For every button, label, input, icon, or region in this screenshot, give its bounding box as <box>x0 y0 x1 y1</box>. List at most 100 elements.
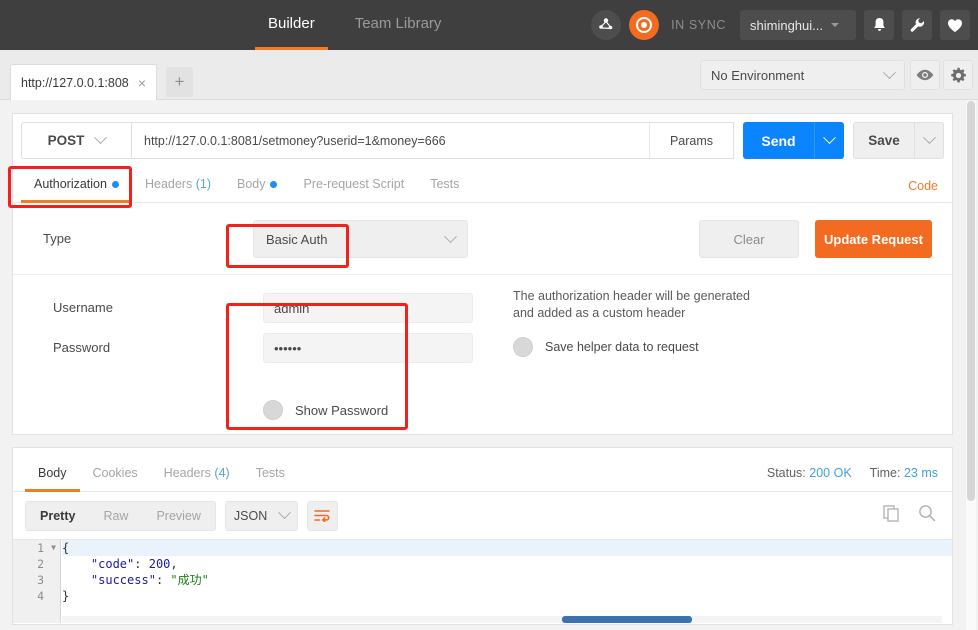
wrench-icon[interactable] <box>902 10 932 40</box>
username-label: Username <box>53 300 113 315</box>
status-badge: Status: 200 OK <box>767 466 852 480</box>
line-number-value: 2 <box>37 557 44 571</box>
fold-arrow-icon[interactable]: ▼ <box>51 540 56 556</box>
request-tab-label: http://127.0.0.1:808 <box>21 75 129 90</box>
save-button[interactable]: Save <box>853 122 914 159</box>
auth-type-selector[interactable]: Basic Auth <box>253 220 468 258</box>
save-options-button[interactable] <box>914 122 944 159</box>
save-helper-data-toggle[interactable]: Save helper data to request <box>513 337 699 357</box>
copy-icon[interactable] <box>883 504 900 527</box>
search-icon[interactable] <box>918 504 936 527</box>
tab-headers[interactable]: Headers (1) <box>132 168 224 202</box>
code-link[interactable]: Code <box>908 179 938 193</box>
vertical-scrollbar-thumb[interactable] <box>967 101 975 501</box>
request-panel: POST http://127.0.0.1:8081/setmoney?user… <box>12 113 953 435</box>
add-tab-button[interactable]: + <box>166 67 193 97</box>
word-wrap-icon[interactable] <box>306 500 338 531</box>
sync-status-label: IN SYNC <box>671 18 726 32</box>
time-value: 23 ms <box>903 466 938 480</box>
environment-label: No Environment <box>711 67 805 83</box>
password-input[interactable]: •••••• <box>263 333 473 363</box>
save-helper-data-radio[interactable] <box>513 337 533 357</box>
horizontal-scrollbar[interactable] <box>62 616 942 623</box>
password-label: Password <box>53 340 111 355</box>
close-icon[interactable]: × <box>136 75 148 91</box>
response-tab-body[interactable]: Body <box>25 457 80 492</box>
code-line: "success": "成功" <box>90 573 209 587</box>
top-nav: Builder Team Library <box>248 0 461 50</box>
response-tab-tests[interactable]: Tests <box>243 457 298 491</box>
request-tab[interactable]: http://127.0.0.1:808 × <box>10 64 157 100</box>
response-tab-headers[interactable]: Headers (4) <box>151 457 243 491</box>
tab-body[interactable]: Body <box>224 168 291 202</box>
send-options-button[interactable] <box>814 122 844 159</box>
response-format-selector[interactable]: JSON <box>224 500 298 531</box>
view-mode-group: Pretty Raw Preview <box>25 500 216 531</box>
runner-icon[interactable] <box>591 10 622 40</box>
top-nav-team-library[interactable]: Team Library <box>335 0 462 50</box>
tab-headers-count: (1) <box>195 177 211 191</box>
chevron-down-icon <box>830 23 839 27</box>
chevron-down-icon <box>823 131 836 145</box>
unsaved-dot-icon <box>270 181 278 189</box>
show-password-toggle[interactable]: Show Password <box>263 400 388 420</box>
tab-tests[interactable]: Tests <box>417 168 472 202</box>
time-label: Time: <box>869 466 901 480</box>
response-tab-body-label: Body <box>38 466 67 480</box>
send-button[interactable]: Send <box>743 122 814 159</box>
view-mode-raw[interactable]: Raw <box>89 502 142 530</box>
line-number-gutter: 1 ▼ 2 3 4 <box>13 540 61 623</box>
response-tab-headers-label: Headers <box>163 466 211 480</box>
code-line: "code": 200, <box>90 557 178 571</box>
view-mode-preview[interactable]: Preview <box>142 502 214 530</box>
tab-pre-request-script-label: Pre-request Script <box>303 177 405 191</box>
response-toolbar: Pretty Raw Preview JSON <box>13 492 952 539</box>
time-badge: Time: 23 ms <box>870 466 938 480</box>
tab-body-label: Body <box>236 177 266 191</box>
user-menu[interactable]: shiminghui... <box>740 10 856 40</box>
horizontal-scrollbar-thumb[interactable] <box>562 616 692 623</box>
auth-helper-line-1: The authorization header will be generat… <box>513 289 750 303</box>
chevron-down-icon <box>444 229 457 243</box>
auth-type-row: Type Basic Auth Clear Update Request <box>13 203 952 275</box>
url-input[interactable]: http://127.0.0.1:8081/setmoney?userid=1&… <box>132 134 649 148</box>
clear-button[interactable]: Clear <box>699 220 799 258</box>
unsaved-dot-icon <box>111 181 119 189</box>
response-body-viewer[interactable]: 1 ▼ 2 3 4 { "code": 200, "success": "成功"… <box>13 539 952 623</box>
sync-icon[interactable] <box>629 10 660 40</box>
params-button[interactable]: Params <box>649 123 733 158</box>
response-format-label: JSON <box>233 508 268 523</box>
response-section-tabs: Body Cookies Headers (4) Tests Status: 2… <box>13 448 952 492</box>
line-number: 3 <box>13 572 60 588</box>
heart-icon[interactable] <box>940 10 970 40</box>
tab-pre-request-script[interactable]: Pre-request Script <box>290 168 417 202</box>
update-request-button[interactable]: Update Request <box>815 220 932 258</box>
vertical-scrollbar[interactable] <box>966 101 976 630</box>
response-meta: Status: 200 OK Time: 23 ms <box>767 466 938 480</box>
view-mode-pretty[interactable]: Pretty <box>26 502 89 530</box>
line-number-value: 3 <box>37 573 44 587</box>
show-password-radio[interactable] <box>263 400 283 420</box>
response-tab-cookies[interactable]: Cookies <box>80 457 151 491</box>
chevron-down-icon <box>278 506 291 520</box>
username-input[interactable]: admin <box>263 293 473 323</box>
bell-icon[interactable] <box>864 10 894 40</box>
http-method-selector[interactable]: POST <box>21 122 131 159</box>
top-nav-builder[interactable]: Builder <box>248 0 335 50</box>
tab-authorization-label: Authorization <box>34 177 107 191</box>
http-method-label: POST <box>47 133 85 148</box>
gear-icon[interactable] <box>943 60 973 90</box>
show-password-label: Show Password <box>295 402 389 418</box>
chevron-down-icon <box>922 131 936 145</box>
auth-helper-line-2: and added as a custom header <box>513 306 686 320</box>
request-section-tabs: Authorization Headers (1) Body Pre-reque… <box>13 167 952 203</box>
save-button-group: Save <box>853 122 944 159</box>
line-number-value: 1 <box>37 541 44 555</box>
environment-selector[interactable]: No Environment <box>700 60 905 90</box>
status-value: 200 OK <box>809 466 852 480</box>
tab-authorization[interactable]: Authorization <box>21 168 132 203</box>
url-bar: POST http://127.0.0.1:8081/setmoney?user… <box>13 114 952 167</box>
auth-type-label: Type <box>43 231 72 246</box>
eye-icon[interactable] <box>910 60 940 90</box>
code-line: { <box>62 540 952 556</box>
